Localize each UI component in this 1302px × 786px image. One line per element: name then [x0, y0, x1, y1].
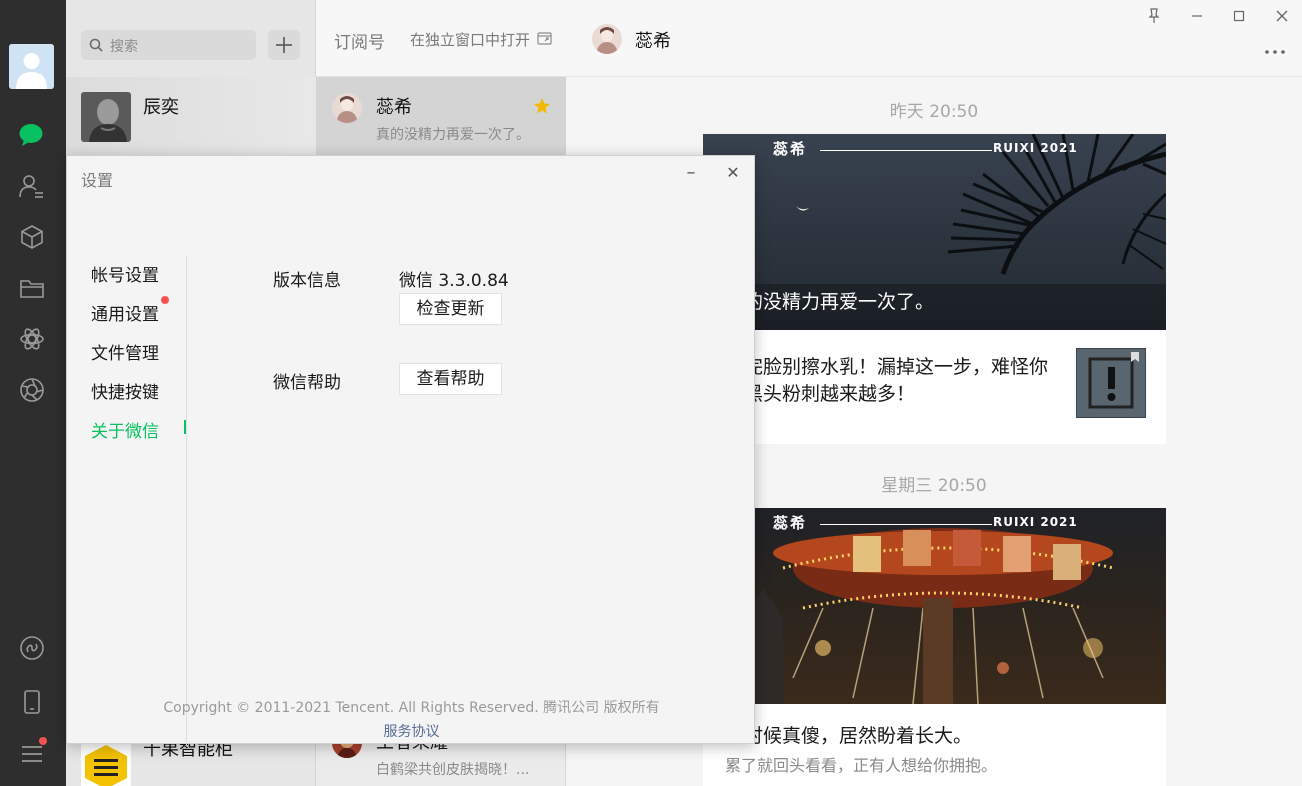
miniprogram-icon[interactable] [18, 634, 46, 662]
general-badge [161, 296, 169, 304]
open-window-icon[interactable] [537, 32, 552, 45]
subscription-name: 蕊希 [376, 97, 412, 118]
cube-icon[interactable] [18, 223, 46, 251]
chat-avatar [81, 92, 131, 142]
menu-badge [39, 737, 47, 745]
more-icon[interactable] [1263, 44, 1289, 60]
article-title: 小时候真傻，居然盼着长大。 [725, 725, 973, 747]
phone-icon[interactable] [18, 688, 46, 716]
subscription-item[interactable]: 蕊希 真的没精力再爱一次了。 [316, 77, 566, 155]
shutter-icon[interactable] [18, 376, 46, 404]
menu-item-general[interactable]: 通用设置 [91, 300, 159, 325]
version-label: 版本信息 [273, 271, 341, 291]
cover-brand-en: RUIXI 2021 [993, 141, 1078, 155]
menu-item-files[interactable]: 文件管理 [91, 339, 159, 364]
cover-brand-line [820, 524, 992, 525]
search-placeholder: 搜索 [110, 39, 138, 55]
article-card[interactable]: 蕊希 RUIXI 2021 小时候真傻，居然盼着长大。 累了就回头看看，正有人想… [703, 508, 1166, 786]
cover-brand: 蕊希 [773, 140, 808, 158]
menu-item-shortcuts[interactable]: 快捷按键 [91, 378, 159, 403]
settings-menu: 帐号设置 通用设置 文件管理 快捷按键 关于微信 [67, 256, 187, 745]
plus-icon [276, 37, 292, 53]
subscription-header: 订阅号 在独立窗口中打开 [316, 0, 566, 77]
cover-brand-en: RUIXI 2021 [993, 515, 1078, 529]
subscription-avatar [332, 93, 362, 123]
settings-title: 设置 [81, 171, 114, 190]
sub-article[interactable]: 洗完脸别擦水乳！漏掉这一步，难怪你的黑头粉刺越来越多！ [703, 330, 1166, 444]
active-indicator [184, 420, 186, 434]
view-help-button[interactable]: 查看帮助 [399, 363, 502, 395]
chat-avatar [81, 742, 131, 786]
article-cover[interactable]: 蕊希 RUIXI 2021 [703, 508, 1166, 704]
subscription-desc: 白鹤梁共创皮肤揭晓！... [376, 762, 530, 778]
subscription-desc: 真的没精力再爱一次了。 [376, 127, 530, 143]
message-time: 昨天 20:50 [889, 102, 979, 122]
settings-dialog: 设置 – ✕ 帐号设置 通用设置 文件管理 快捷按键 关于微信 版本信息 微信 … [66, 155, 756, 745]
cover-brand-line [820, 150, 992, 151]
close-icon[interactable] [1272, 6, 1292, 26]
contacts-icon[interactable] [18, 172, 46, 200]
add-button[interactable] [268, 30, 300, 60]
conversation-header: 蕊希 [566, 0, 1302, 77]
sub-article-thumbnail [1076, 348, 1146, 418]
pin-icon[interactable] [1144, 6, 1164, 26]
chat-name: 辰奕 [143, 97, 179, 118]
menu-item-about[interactable]: 关于微信 [91, 417, 159, 442]
moments-icon[interactable] [18, 325, 46, 353]
conversation-title: 蕊希 [635, 31, 671, 52]
check-update-button[interactable]: 检查更新 [399, 293, 502, 325]
subscription-title: 订阅号 [334, 33, 385, 53]
minimize-icon[interactable]: – [681, 164, 701, 184]
user-avatar[interactable] [9, 44, 54, 89]
version-value: 微信 3.3.0.84 [399, 271, 509, 291]
search-input[interactable]: 搜索 [81, 30, 256, 60]
cover-brand: 蕊希 [773, 514, 808, 532]
article-cover[interactable]: 蕊希 RUIXI 2021 真的没精力再爱一次了。 [703, 134, 1166, 330]
menu-item-account[interactable]: 帐号设置 [91, 261, 159, 286]
conversation-avatar[interactable] [592, 24, 622, 54]
search-icon [89, 38, 103, 52]
navigation-bar [0, 0, 66, 786]
close-icon[interactable]: ✕ [723, 164, 743, 184]
chat-item[interactable]: 辰奕 [66, 77, 316, 155]
chat-icon[interactable] [18, 121, 46, 149]
article-desc: 累了就回头看看，正有人想给你拥抱。 [725, 756, 998, 775]
service-agreement-link[interactable]: 服务协议 [67, 721, 756, 741]
folder-icon[interactable] [18, 274, 46, 302]
cover-caption: 真的没精力再爱一次了。 [725, 291, 935, 313]
minimize-icon[interactable] [1187, 6, 1207, 26]
article-card[interactable]: 蕊希 RUIXI 2021 真的没精力再爱一次了。 洗完脸别擦水乳！漏掉这一步，… [703, 134, 1166, 444]
star-icon[interactable] [533, 97, 551, 115]
open-in-window-link[interactable]: 在独立窗口中打开 [410, 29, 530, 50]
maximize-icon[interactable] [1229, 6, 1249, 26]
help-label: 微信帮助 [273, 373, 341, 393]
copyright-text: Copyright © 2011-2021 Tencent. All Right… [163, 700, 660, 716]
sub-article-title: 洗完脸别擦水乳！漏掉这一步，难怪你的黑头粉刺越来越多！ [725, 356, 1049, 405]
